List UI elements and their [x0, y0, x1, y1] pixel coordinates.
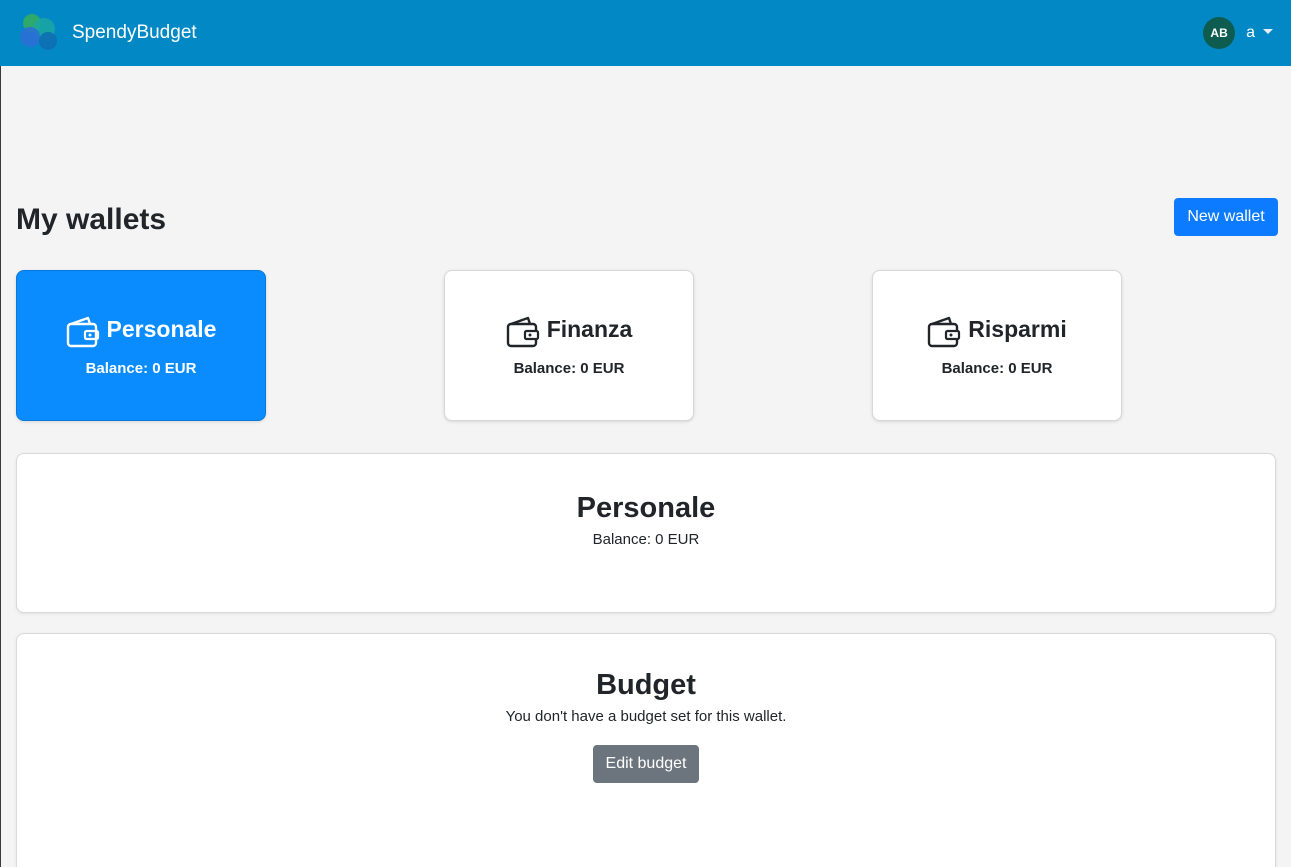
wallet-detail-balance: Balance: 0 EUR	[592, 531, 700, 548]
avatar: AB	[1203, 17, 1236, 49]
edit-budget-button[interactable]: Edit budget	[593, 745, 699, 783]
page-title: My wallets	[16, 203, 167, 236]
wallet-icon	[66, 316, 99, 348]
wallet-detail-title: Personale	[576, 492, 716, 524]
wallet-card-finanza[interactable]: Finanza Balance: 0 EUR	[444, 270, 694, 421]
budget-message: You don't have a budget set for this wal…	[505, 708, 787, 725]
logo-icon	[18, 13, 64, 53]
wallet-balance: Balance: 0 EUR	[85, 360, 197, 377]
wallet-detail-panel: Personale Balance: 0 EUR	[16, 453, 1276, 613]
wallet-name: Finanza	[546, 315, 633, 342]
new-wallet-button[interactable]: New wallet	[1174, 198, 1278, 236]
wallet-icon	[506, 316, 539, 348]
left-divider	[0, 66, 1, 867]
top-navbar: SpendyBudget AB a	[0, 0, 1291, 66]
brand-name: SpendyBudget	[72, 22, 197, 43]
brand-link[interactable]: SpendyBudget	[18, 13, 197, 53]
wallet-icon	[928, 316, 961, 348]
wallet-card-personale[interactable]: Personale Balance: 0 EUR	[16, 270, 266, 421]
budget-panel: Budget You don't have a budget set for t…	[16, 633, 1276, 867]
wallet-balance: Balance: 0 EUR	[941, 360, 1053, 377]
wallet-card-risparmi[interactable]: Risparmi Balance: 0 EUR	[872, 270, 1122, 421]
budget-title: Budget	[596, 669, 696, 701]
wallet-name: Personale	[106, 315, 217, 342]
chevron-down-icon	[1263, 28, 1273, 34]
username: a	[1246, 24, 1255, 41]
wallet-balance: Balance: 0 EUR	[513, 360, 625, 377]
wallet-name: Risparmi	[968, 315, 1067, 342]
user-menu-toggle[interactable]: AB a	[1203, 17, 1273, 49]
